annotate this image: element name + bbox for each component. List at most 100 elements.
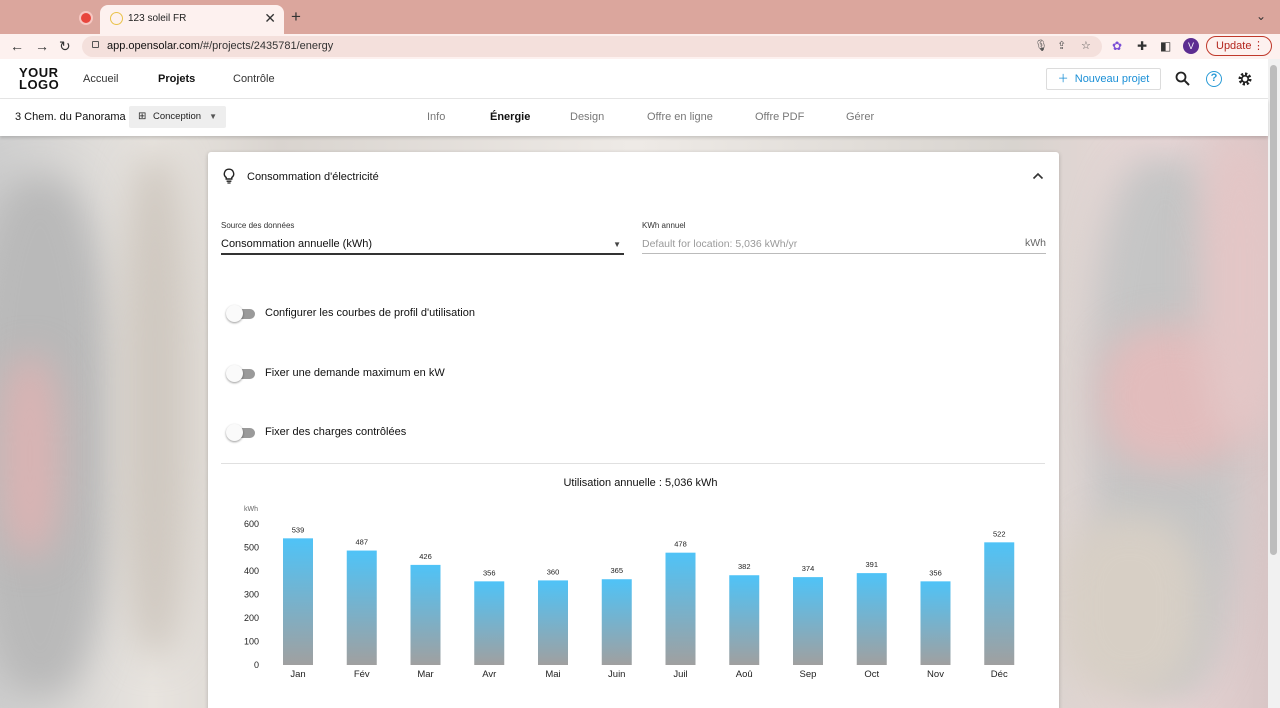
tab-favicon-icon: [110, 12, 123, 25]
bar-value-label: 426: [419, 552, 432, 561]
input-underline: [642, 253, 1046, 254]
bar-value-label: 391: [865, 560, 878, 569]
x-tick-label: Sep: [800, 669, 817, 680]
project-address: 3 Chem. du Panorama: [15, 111, 126, 123]
y-tick-label: 300: [244, 590, 259, 600]
bar-Fév[interactable]: [346, 550, 377, 665]
app-header: YOUR LOGO Accueil Projets Contrôle ＋ Nou…: [0, 59, 1268, 99]
profile-avatar[interactable]: V: [1183, 38, 1199, 54]
y-tick-label: 400: [244, 566, 259, 576]
nav-projets[interactable]: Projets: [158, 73, 195, 85]
reload-icon[interactable]: ↻: [59, 38, 71, 55]
side-panel-icon[interactable]: ◧: [1160, 39, 1171, 53]
stage-dropdown[interactable]: ⊞ Conception ▼: [129, 106, 226, 128]
tab-gerer[interactable]: Gérer: [846, 111, 874, 123]
bar-Avr[interactable]: [474, 581, 505, 665]
x-tick-label: Juin: [608, 669, 625, 680]
card-title: Consommation d'électricité: [247, 171, 379, 183]
bar-value-label: 382: [738, 562, 751, 571]
x-tick-label: Déc: [991, 669, 1008, 680]
y-axis-unit: kWh: [244, 506, 258, 513]
bar-value-label: 360: [547, 567, 560, 576]
nav-controle[interactable]: Contrôle: [233, 73, 275, 85]
y-tick-label: 100: [244, 637, 259, 647]
update-label: Update: [1216, 40, 1252, 52]
plus-icon: ＋: [1057, 73, 1069, 85]
chevron-up-icon[interactable]: [1032, 169, 1044, 183]
browser-tab[interactable]: 123 soleil FR ✕: [100, 5, 284, 34]
browser-toolbar: ← → ↻ app.opensolar.com/#/projects/24357…: [0, 34, 1280, 59]
bar-Mar[interactable]: [410, 564, 441, 665]
bar-Oct[interactable]: [856, 573, 887, 665]
tab-offre-pdf[interactable]: Offre PDF: [755, 111, 804, 123]
tab-info[interactable]: Info: [427, 111, 445, 123]
extensions-puzzle-icon[interactable]: ✚: [1137, 39, 1147, 53]
bar-Nov[interactable]: [920, 581, 951, 665]
new-project-button[interactable]: ＋ Nouveau projet: [1046, 68, 1161, 90]
extension-icon[interactable]: ✿: [1112, 39, 1122, 53]
chart-title: Utilisation annuelle : 5,036 kWh: [563, 477, 718, 489]
bar-Juil[interactable]: [665, 552, 696, 665]
toggle-knob[interactable]: [226, 424, 243, 441]
search-icon[interactable]: [1175, 71, 1190, 86]
bookmark-star-icon[interactable]: ☆: [1081, 39, 1091, 52]
lock-icon: [92, 41, 99, 48]
share-icon[interactable]: ⇪: [1057, 39, 1066, 52]
nav-accueil[interactable]: Accueil: [83, 73, 118, 85]
bar-value-label: 365: [610, 566, 623, 575]
y-tick-label: 500: [244, 543, 259, 553]
app-logo[interactable]: YOUR LOGO: [19, 66, 60, 92]
close-tab-icon[interactable]: ✕: [264, 10, 276, 27]
bar-value-label: 356: [483, 568, 496, 577]
address-bar[interactable]: app.opensolar.com/#/projects/2435781/ene…: [82, 36, 1102, 57]
bar-Déc[interactable]: [984, 542, 1015, 665]
x-tick-label: Mai: [545, 669, 560, 680]
section-divider: [221, 463, 1045, 464]
x-tick-label: Juil: [673, 669, 687, 680]
energy-consumption-card: Consommation d'électricité Source des do…: [208, 152, 1059, 708]
bar-Juin[interactable]: [601, 579, 632, 665]
tab-title: 123 soleil FR: [128, 13, 187, 24]
x-tick-label: Avr: [482, 669, 496, 680]
url-text: app.opensolar.com/#/projects/2435781/ene…: [107, 40, 334, 52]
tab-energie[interactable]: Énergie: [490, 111, 530, 123]
back-icon[interactable]: ←: [10, 38, 24, 54]
y-tick-label: 200: [244, 613, 259, 623]
bar-value-label: 487: [355, 538, 368, 547]
logo-line-2: LOGO: [19, 77, 60, 92]
microphone-icon[interactable]: 🎙: [1034, 39, 1048, 52]
bar-Jan[interactable]: [283, 538, 313, 665]
caret-down-icon: ▼: [209, 112, 217, 121]
toggle-label: Fixer des charges contrôlées: [265, 426, 407, 438]
y-tick-label: 600: [244, 519, 259, 529]
source-select[interactable]: Consommation annuelle (kWh) ▼: [221, 234, 624, 256]
tab-design[interactable]: Design: [570, 111, 604, 123]
page-scrollbar[interactable]: [1268, 59, 1280, 708]
toggle-knob[interactable]: [226, 305, 243, 322]
project-bar: 3 Chem. du Panorama ⊞ Conception ▼ Info …: [0, 99, 1268, 136]
recording-icon: [81, 13, 91, 23]
forward-icon[interactable]: →: [35, 38, 49, 54]
tab-offre-en-ligne[interactable]: Offre en ligne: [647, 111, 713, 123]
workflow-icon: ⊞: [138, 111, 147, 122]
bar-value-label: 522: [993, 529, 1006, 538]
x-tick-label: Jan: [290, 669, 305, 680]
new-tab-icon[interactable]: +: [291, 7, 301, 27]
bar-Sep[interactable]: [793, 577, 823, 665]
toggle-knob[interactable]: [226, 365, 243, 382]
bar-Mai[interactable]: [538, 580, 568, 665]
source-value: Consommation annuelle (kWh): [221, 238, 373, 250]
tab-search-chevron-icon[interactable]: ⌄: [1256, 9, 1266, 23]
monthly-usage-chart: kWh 0 100 200 300 400 500 600 539 Jan 487 Fév 426 Ma…: [244, 506, 1015, 680]
bar-Aoû[interactable]: [729, 575, 760, 665]
kwh-unit: kWh: [1025, 237, 1046, 249]
scrollbar-thumb[interactable]: [1270, 65, 1277, 555]
help-icon[interactable]: ?: [1206, 71, 1222, 87]
browser-tab-bar: 123 soleil FR ✕ + ⌄: [0, 0, 1280, 34]
bar-value-label: 374: [802, 564, 815, 573]
update-button[interactable]: Update ⋮: [1206, 36, 1272, 56]
annual-kwh-input[interactable]: Default for location: 5,036 kWh/yr kWh: [642, 234, 1046, 256]
x-tick-label: Nov: [927, 669, 944, 680]
settings-gear-icon[interactable]: [1237, 71, 1253, 87]
new-project-label: Nouveau projet: [1074, 73, 1150, 85]
